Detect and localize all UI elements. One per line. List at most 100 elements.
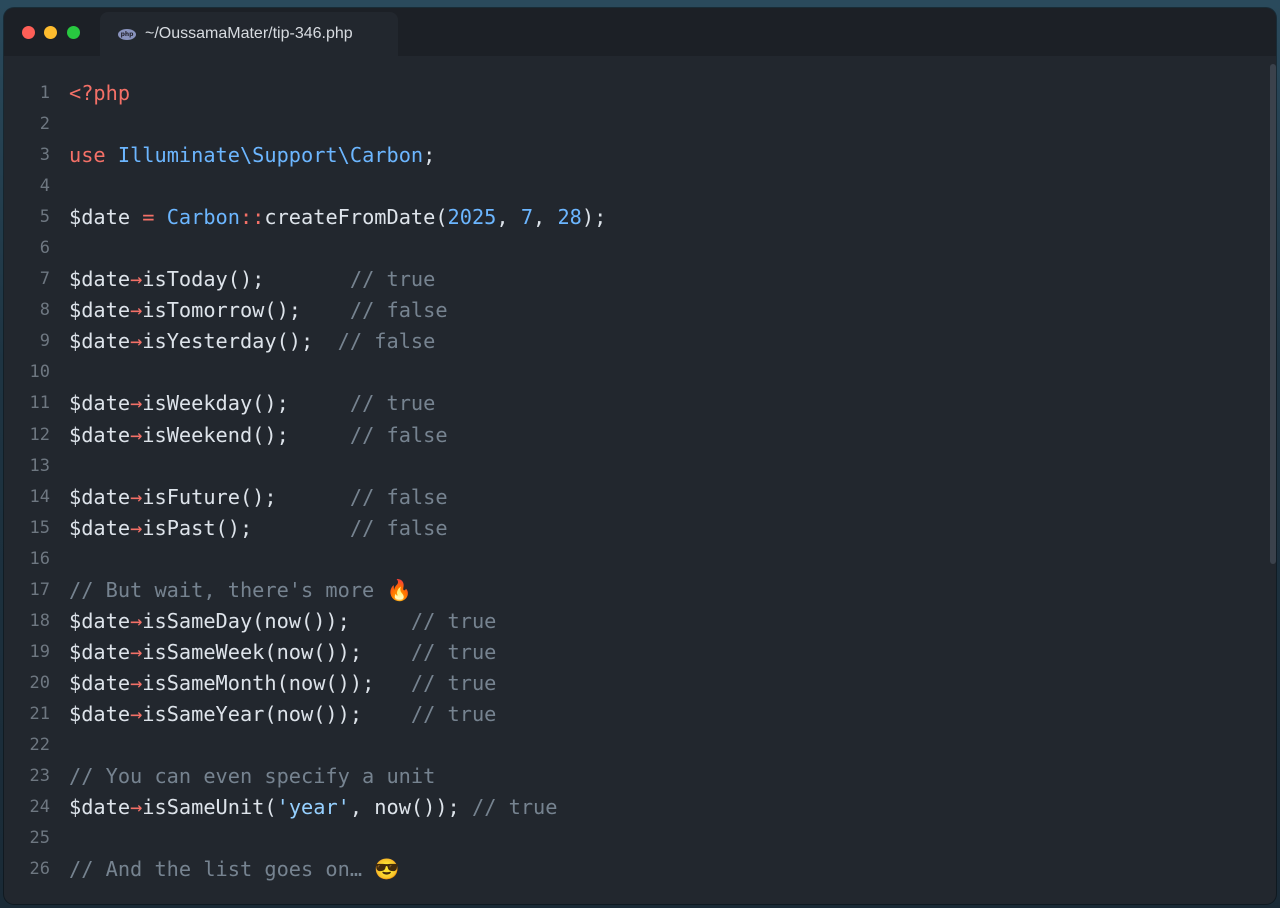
vertical-scrollbar[interactable]: [1270, 64, 1276, 564]
line-number: 11: [29, 393, 50, 414]
code-text: // But wait, there's more 🔥: [69, 575, 412, 606]
code-line[interactable]: 7 $date→isToday(); // true: [4, 264, 1276, 295]
code-token: // true: [471, 795, 558, 820]
line-number: 12: [29, 424, 50, 445]
code-token: $date: [69, 329, 131, 354]
code-token: $date: [69, 391, 131, 416]
code-token: $date: [69, 608, 131, 633]
code-token: isSameMonth(now());: [142, 670, 411, 695]
code-line[interactable]: 6: [4, 233, 1276, 264]
line-number: 13: [29, 455, 50, 476]
code-token: isYesterday();: [142, 329, 338, 354]
code-line[interactable]: 20 $date→isSameMonth(now()); // true: [4, 668, 1276, 699]
code-text: $date→isSameWeek(now()); // true: [69, 637, 496, 668]
line-number: 16: [29, 548, 50, 569]
code-line[interactable]: 11 $date→isWeekday(); // true: [4, 388, 1276, 419]
line-number: 5: [39, 207, 50, 228]
line-number: 4: [39, 176, 50, 197]
code-token: // false: [349, 484, 448, 509]
code-token: // true: [349, 391, 436, 416]
code-token: createFromDate(: [264, 205, 448, 230]
line-number: 24: [29, 797, 50, 818]
line-number: 6: [39, 238, 50, 259]
title-bar: php ~/OussamaMater/tip-346.php: [4, 8, 1276, 56]
code-text: $date→isToday(); // true: [69, 264, 435, 295]
code-token: // false: [349, 515, 448, 540]
line-number: 2: [39, 114, 50, 135]
code-token: $date: [69, 205, 131, 230]
code-line[interactable]: 12 $date→isWeekend(); // false: [4, 420, 1276, 451]
code-token: $date: [69, 422, 131, 447]
code-token: →: [130, 639, 143, 664]
code-text: $date→isTomorrow(); // false: [69, 295, 448, 326]
code-token: use: [69, 143, 106, 168]
code-line[interactable]: 23 // You can even specify a unit: [4, 761, 1276, 792]
code-token: $date: [69, 639, 131, 664]
line-number: 3: [39, 145, 50, 166]
code-line[interactable]: 18 $date→isSameDay(now()); // true: [4, 606, 1276, 637]
code-token: // But wait, there's more 🔥: [69, 577, 412, 602]
close-window-button[interactable]: [22, 26, 35, 39]
code-token: $date: [69, 701, 131, 726]
code-token: →: [130, 267, 143, 292]
code-text: $date→isYesterday(); // false: [69, 326, 435, 357]
code-line[interactable]: 4: [4, 171, 1276, 202]
code-token: 7: [520, 205, 534, 230]
code-line[interactable]: 14 $date→isFuture(); // false: [4, 482, 1276, 513]
line-number: 15: [29, 517, 50, 538]
code-line[interactable]: 22: [4, 730, 1276, 761]
line-number: 8: [39, 300, 50, 321]
code-token: // true: [410, 701, 497, 726]
code-token: $date: [69, 670, 131, 695]
code-token: ::: [239, 205, 265, 230]
code-line[interactable]: 19 $date→isSameWeek(now()); // true: [4, 637, 1276, 668]
line-number: 21: [29, 703, 50, 724]
code-line[interactable]: 3 use Illuminate\Support\Carbon;: [4, 140, 1276, 171]
code-line[interactable]: 15 $date→isPast(); // false: [4, 513, 1276, 544]
code-line[interactable]: 24 $date→isSameUnit('year', now()); // tr…: [4, 792, 1276, 823]
code-token: isSameWeek(now());: [142, 639, 411, 664]
code-token: =: [130, 205, 167, 230]
minimize-window-button[interactable]: [44, 26, 57, 39]
tab-file[interactable]: php ~/OussamaMater/tip-346.php: [100, 12, 398, 56]
code-token: // true: [410, 608, 497, 633]
code-line[interactable]: 10: [4, 357, 1276, 388]
code-line[interactable]: 9 $date→isYesterday(); // false: [4, 326, 1276, 357]
code-line[interactable]: 2: [4, 109, 1276, 140]
code-token: Illuminate\Support\Carbon: [117, 143, 424, 168]
code-token: // false: [349, 422, 448, 447]
code-editor[interactable]: 1 <?php 2 3 use Illuminate\Support\Carbon; 4 5…: [4, 78, 1276, 885]
code-line[interactable]: 16: [4, 544, 1276, 575]
code-token: // false: [349, 298, 448, 323]
code-text: $date→isPast(); // false: [69, 513, 448, 544]
code-line[interactable]: 8 $date→isTomorrow(); // false: [4, 295, 1276, 326]
code-line[interactable]: 5 $date = Carbon::createFromDate(2025, 7,…: [4, 202, 1276, 233]
code-token: →: [130, 329, 143, 354]
code-token: isSameDay(now());: [142, 608, 411, 633]
code-text: $date→isSameDay(now()); // true: [69, 606, 496, 637]
line-number: 14: [29, 486, 50, 507]
code-text: $date = Carbon::createFromDate(2025, 7, …: [69, 202, 606, 233]
code-line[interactable]: 1 <?php: [4, 78, 1276, 109]
line-number: 19: [29, 641, 50, 662]
code-token: →: [130, 701, 143, 726]
code-token: // You can even specify a unit: [69, 764, 436, 789]
code-token: →: [130, 795, 143, 820]
line-number: 10: [29, 362, 50, 383]
maximize-window-button[interactable]: [67, 26, 80, 39]
code-token: 2025: [447, 205, 497, 230]
code-token: // true: [410, 639, 497, 664]
code-token: 'year': [276, 795, 350, 820]
code-line[interactable]: 26 // And the list goes on… 😎: [4, 854, 1276, 885]
code-token: isWeekend();: [142, 422, 350, 447]
line-number: 26: [29, 859, 50, 880]
line-number: 23: [29, 766, 50, 787]
code-token: $date: [69, 298, 131, 323]
code-line[interactable]: 17 // But wait, there's more 🔥: [4, 575, 1276, 606]
code-token: <?php: [69, 81, 131, 105]
line-number: 22: [29, 734, 50, 755]
code-line[interactable]: 13: [4, 451, 1276, 482]
code-line[interactable]: 21 $date→isSameYear(now()); // true: [4, 699, 1276, 730]
code-line[interactable]: 25: [4, 823, 1276, 854]
code-token: 28: [557, 205, 582, 230]
